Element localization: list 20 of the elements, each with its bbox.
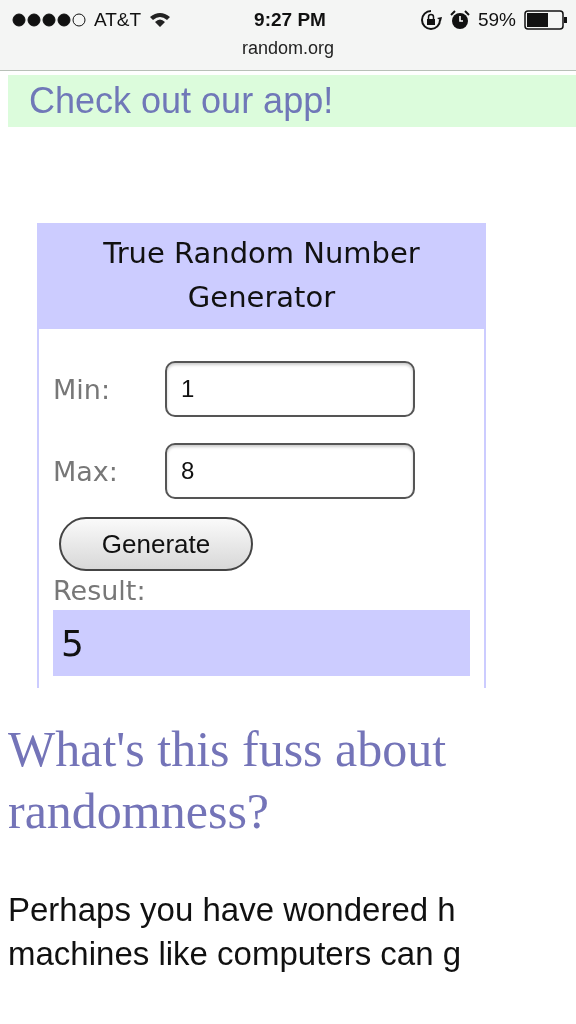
- field-label: Max:: [53, 455, 119, 487]
- app-link[interactable]: Check out our app!: [29, 80, 334, 122]
- field-label: Min:: [53, 373, 111, 405]
- article-paragraph: Perhaps you have wondered h machines like computers can g: [8, 890, 463, 974]
- battery-percentage: 59%: [477, 9, 516, 31]
- rotation-lock-icon: [419, 9, 442, 31]
- number-field[interactable]: 8: [165, 443, 415, 499]
- generate-button[interactable]: Generate: [59, 517, 253, 571]
- generator-title: True Random Number Generator: [39, 223, 484, 329]
- address-url[interactable]: random.org: [241, 38, 335, 59]
- wifi-icon: [149, 12, 172, 28]
- number-field[interactable]: 1: [165, 361, 415, 417]
- signal-strength-icon: [12, 13, 86, 27]
- clock-time: 9:27 PM: [254, 9, 326, 31]
- carrier-name: AT&T: [94, 9, 142, 31]
- article-heading: What's this fuss about randomness?: [8, 720, 448, 841]
- result-label: Result:: [53, 575, 147, 606]
- alarm-clock-icon: [449, 10, 470, 30]
- result-value: 5: [53, 610, 470, 676]
- battery-icon: [524, 10, 568, 30]
